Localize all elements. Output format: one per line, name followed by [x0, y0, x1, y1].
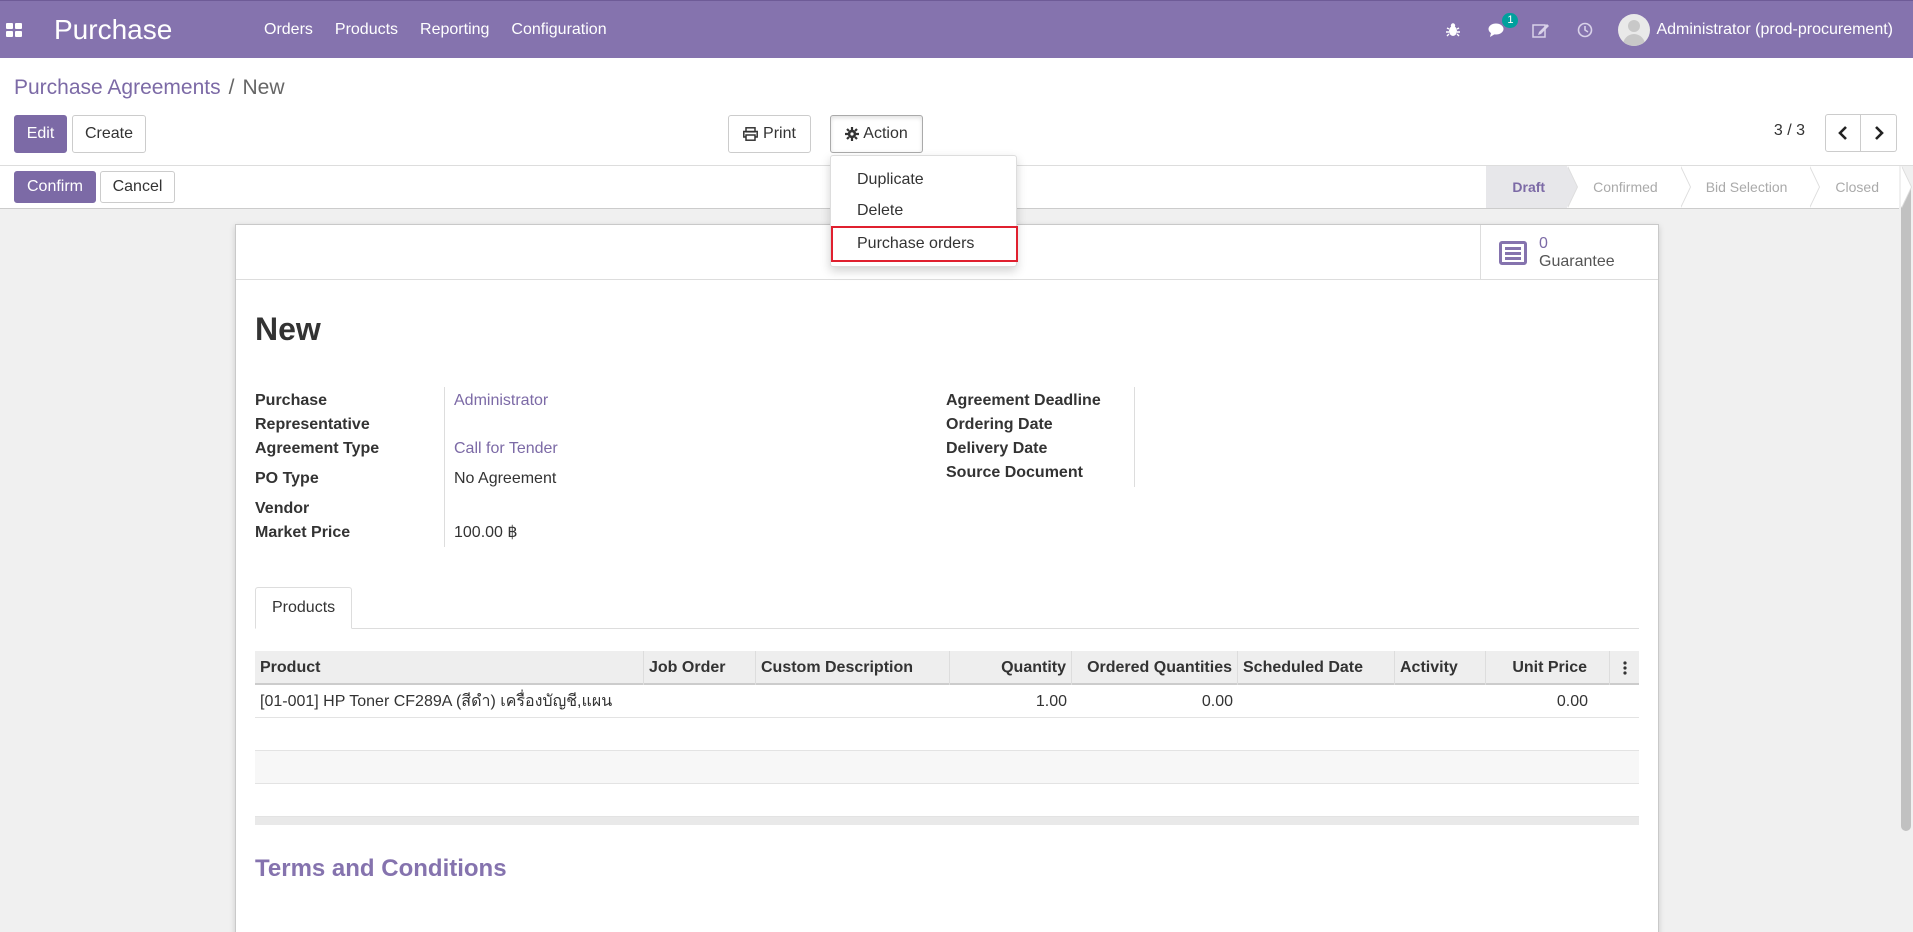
edit-note-icon[interactable] — [1530, 19, 1552, 41]
agreement-deadline-label: Agreement Deadline — [946, 392, 1101, 409]
terms-and-conditions-title: Terms and Conditions — [255, 855, 507, 882]
chat-badge: 1 — [1502, 13, 1519, 28]
table-header: Product Job Order Custom Description Qua… — [255, 651, 1639, 685]
cell-job-order — [644, 685, 756, 718]
chevron-right-icon — [1874, 126, 1884, 140]
column-job-order[interactable]: Job Order — [644, 651, 756, 685]
pager-next-button[interactable] — [1861, 114, 1897, 152]
cell-unit-price: 0.00 — [1556, 692, 1588, 710]
stage-confirmed: Confirmed — [1567, 166, 1691, 208]
gear-icon — [845, 127, 860, 141]
edit-button[interactable]: Edit — [14, 115, 67, 153]
breadcrumb: Purchase Agreements / New — [14, 76, 284, 100]
pager-value[interactable]: 3 / 3 — [1774, 122, 1805, 140]
menu-reporting[interactable]: Reporting — [420, 21, 489, 39]
agreement-type-label: Agreement Type — [255, 440, 380, 457]
market-price-value[interactable]: 100.00 ฿ — [454, 521, 518, 545]
delivery-date-label: Delivery Date — [946, 440, 1048, 457]
agreement-type-value[interactable]: Call for Tender — [454, 437, 558, 461]
ordering-date-label: Ordering Date — [946, 416, 1053, 433]
table-footer — [255, 817, 1639, 825]
chevron-left-icon — [1838, 126, 1847, 140]
market-price-label: Market Price — [255, 524, 351, 541]
menu-products[interactable]: Products — [335, 21, 398, 39]
list-icon — [1499, 240, 1527, 265]
cell-product: [01-001] HP Toner CF289A (สีดำ) เครื่องบ… — [260, 693, 613, 710]
table-row[interactable]: [01-001] HP Toner CF289A (สีดำ) เครื่องบ… — [255, 685, 1639, 718]
breadcrumb-separator: / — [228, 76, 235, 99]
menu-orders[interactable]: Orders — [264, 21, 313, 39]
confirm-button[interactable]: Confirm — [14, 171, 96, 203]
column-activity[interactable]: Activity — [1395, 651, 1486, 685]
user-name[interactable]: Administrator (prod-procurement) — [1656, 21, 1893, 39]
menu-configuration[interactable]: Configuration — [511, 21, 606, 39]
stage-bid-selection: Bid Selection — [1679, 166, 1821, 208]
purchase-representative-label-line1: Purchase — [255, 392, 328, 409]
cell-quantity: 1.00 — [1035, 692, 1067, 710]
right-group-divider — [1134, 387, 1135, 487]
stage-draft: Draft — [1486, 166, 1578, 208]
apps-menu-icon[interactable] — [6, 22, 22, 37]
menu-item-purchase-orders[interactable]: Purchase orders — [831, 226, 1018, 262]
cancel-button[interactable]: Cancel — [100, 171, 175, 203]
app-name[interactable]: Purchase — [54, 14, 242, 46]
main-menu: Orders Products Reporting Configuration — [264, 21, 629, 39]
guarantee-count: 0 — [1539, 234, 1548, 252]
empty-row — [255, 751, 1639, 784]
po-type-label: PO Type — [255, 470, 319, 487]
print-button[interactable]: Print — [728, 115, 811, 153]
stage-pipeline: Draft Confirmed Bid Selection Closed — [1486, 166, 1912, 208]
products-table: Product Job Order Custom Description Qua… — [255, 651, 1639, 825]
action-dropdown-menu: Duplicate Delete Purchase orders — [830, 155, 1018, 267]
menu-item-delete[interactable]: Delete — [831, 196, 1018, 226]
print-icon — [743, 127, 758, 141]
purchase-representative-value[interactable]: Administrator — [454, 389, 548, 413]
action-button[interactable]: Action — [830, 115, 923, 153]
guarantee-label: Guarantee — [1539, 252, 1615, 270]
user-avatar[interactable] — [1618, 14, 1651, 46]
column-ordered-quantities[interactable]: Ordered Quantities — [1072, 651, 1238, 685]
column-scheduled-date[interactable]: Scheduled Date — [1238, 651, 1395, 685]
bug-icon[interactable] — [1442, 19, 1464, 41]
vendor-label: Vendor — [255, 500, 310, 517]
source-document-label: Source Document — [946, 464, 1083, 481]
record-title: New — [255, 311, 321, 347]
action-label: Action — [863, 125, 908, 142]
left-group-divider — [444, 387, 445, 547]
cell-custom-description — [756, 685, 950, 718]
column-unit-price[interactable]: Unit Price — [1486, 651, 1610, 685]
column-custom-description[interactable]: Custom Description — [756, 651, 950, 685]
empty-row — [255, 784, 1639, 817]
cell-ordered-quantities: 0.00 — [1201, 692, 1233, 710]
create-button[interactable]: Create — [72, 115, 146, 153]
scrollbar-thumb[interactable] — [1901, 181, 1911, 831]
purchase-representative-label-line2: Representative — [255, 416, 370, 433]
pager-buttons — [1825, 114, 1897, 152]
chat-icon[interactable]: 1 — [1486, 13, 1519, 41]
breadcrumb-parent[interactable]: Purchase Agreements — [14, 76, 221, 99]
column-quantity[interactable]: Quantity — [950, 651, 1072, 685]
control-panel: Purchase Agreements / New Edit Create Prin… — [0, 58, 1913, 166]
po-type-value[interactable]: No Agreement — [454, 467, 556, 491]
tab-products[interactable]: Products — [255, 587, 353, 629]
column-product[interactable]: Product — [255, 651, 644, 685]
top-navbar: Purchase Orders Products Reporting Confi… — [0, 0, 1913, 58]
pager-previous-button[interactable] — [1825, 114, 1861, 152]
stage-closed: Closed — [1809, 166, 1912, 208]
page-scrollbar[interactable] — [1899, 166, 1913, 932]
guarantee-smart-button[interactable]: 0 Guarantee — [1480, 225, 1658, 280]
form-sheet: 0 Guarantee New Purchase Representative … — [235, 224, 1659, 932]
cell-activity — [1395, 685, 1486, 718]
print-label: Print — [763, 125, 796, 142]
empty-row — [255, 718, 1639, 751]
breadcrumb-current: New — [242, 76, 285, 99]
cell-scheduled-date — [1238, 685, 1395, 718]
clock-icon[interactable] — [1574, 19, 1596, 41]
systray: 1 Administrator (prod-procurement) — [1442, 1, 1913, 59]
notebook-tabs: Products — [255, 587, 1639, 629]
optional-columns-toggle[interactable] — [1610, 651, 1639, 685]
vertical-dots-icon — [1622, 661, 1627, 675]
menu-item-duplicate[interactable]: Duplicate — [831, 165, 1018, 195]
